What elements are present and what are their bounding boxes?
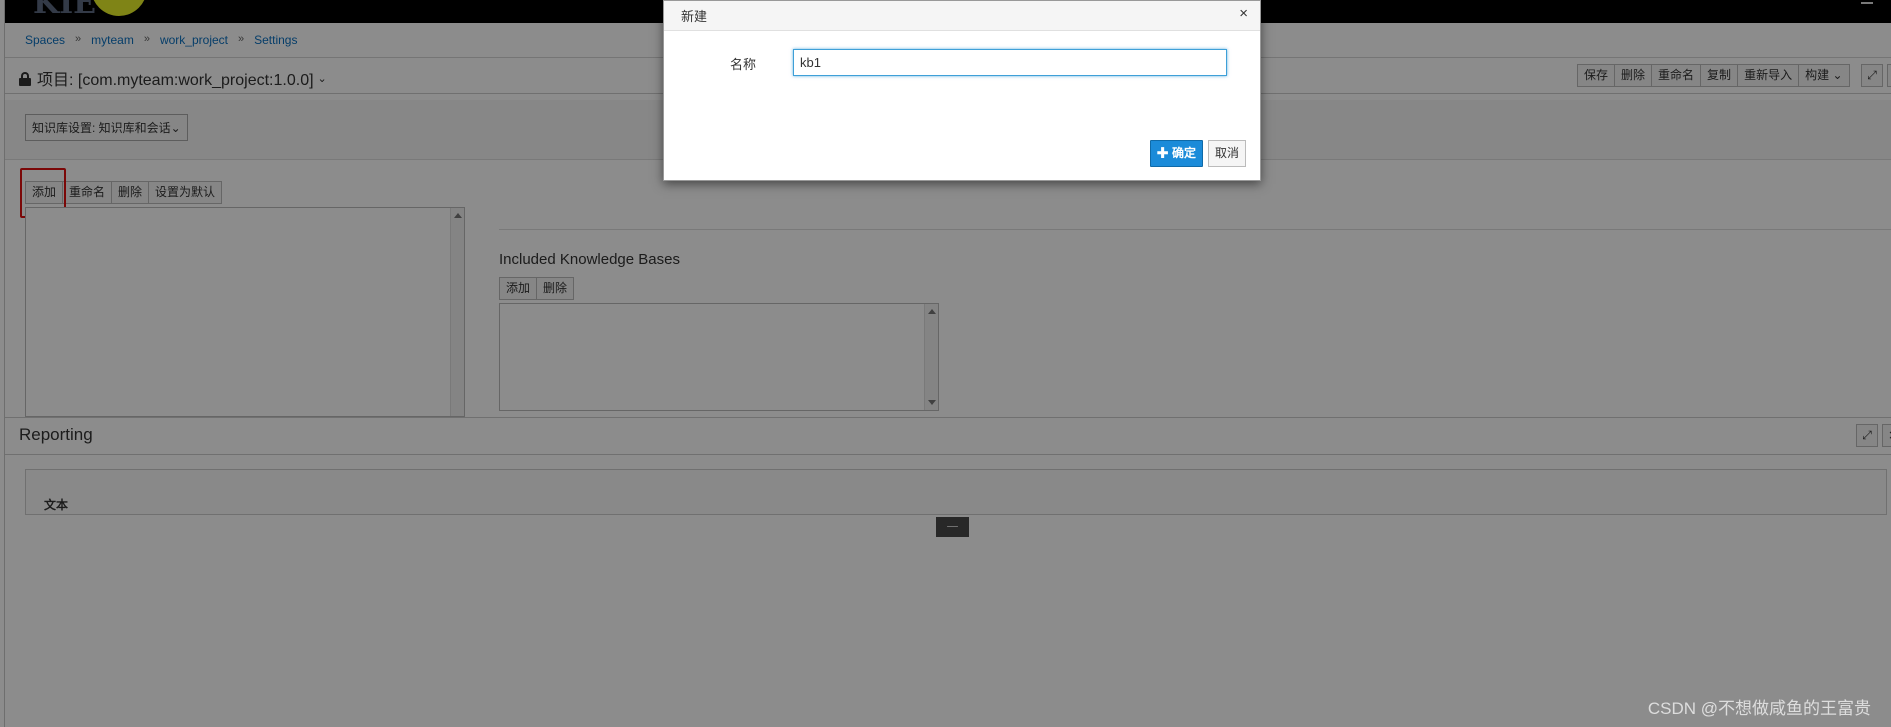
confirm-button[interactable]: ✚ 确定 [1149, 140, 1203, 167]
dialog-title: 新建 [681, 9, 708, 24]
name-input[interactable] [793, 49, 1227, 76]
name-label: 名称 [730, 57, 757, 72]
dialog-header: 新建 × [664, 1, 1260, 31]
watermark: CSDN @不想做咸鱼的王富贵 [1647, 699, 1871, 718]
cancel-button[interactable]: 取消 [1207, 140, 1246, 167]
new-kbase-dialog: 新建 × 名称 ✚ 确定 取消 [663, 0, 1261, 181]
dialog-footer: ✚ 确定 取消 [1149, 140, 1246, 167]
close-icon[interactable]: × [1239, 5, 1248, 22]
